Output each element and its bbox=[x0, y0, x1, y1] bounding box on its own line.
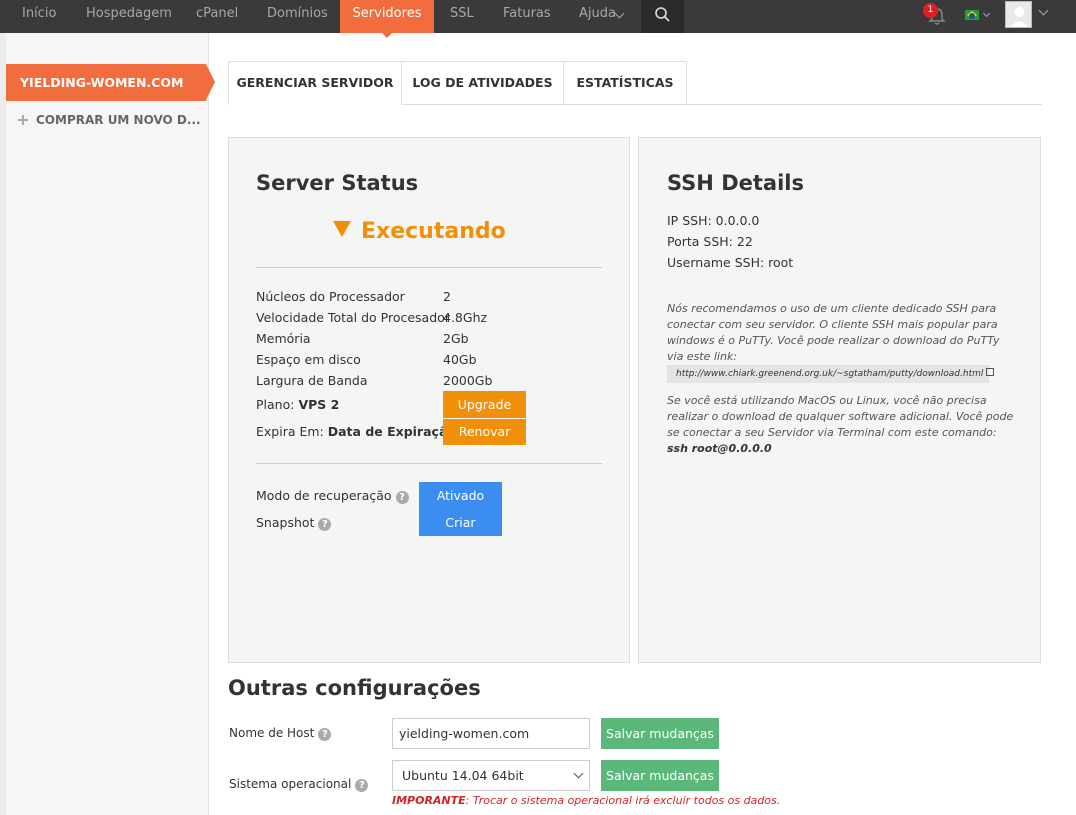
recovery-mode-button[interactable]: Ativado bbox=[419, 482, 502, 509]
expires-value: Data de Expiração bbox=[327, 424, 456, 439]
recovery-row: Modo de recuperação? bbox=[256, 488, 409, 504]
notification-badge: 1 bbox=[923, 3, 938, 18]
sidebar-item-label: COMPRAR UM NOVO D... bbox=[36, 113, 201, 127]
ssh-port: Porta SSH: 22 bbox=[667, 234, 753, 249]
divider bbox=[256, 463, 602, 464]
user-icon bbox=[1010, 7, 1029, 27]
os-warning: IMPORANTE: Trocar o sistema operacional … bbox=[392, 794, 780, 807]
os-select[interactable]: Ubuntu 14.04 64bit bbox=[392, 760, 590, 791]
os-row: Sistema operacional? bbox=[229, 777, 369, 792]
brazil-flag-globe bbox=[969, 13, 975, 19]
other-settings-title: Outras configurações bbox=[228, 676, 481, 700]
nav-item-inicio[interactable]: Início bbox=[22, 0, 56, 33]
spec-value: 4.8Ghz bbox=[443, 310, 488, 325]
expires-label: Expira Em: bbox=[256, 424, 324, 439]
plan-label: Plano: bbox=[256, 397, 295, 412]
tab-gerenciar-servidor[interactable]: GERENCIAR SERVIDOR bbox=[228, 61, 402, 105]
spec-value: 2Gb bbox=[443, 331, 469, 346]
ssh-note-windows: Nós recomendamos o uso de um cliente ded… bbox=[667, 302, 1000, 363]
snapshot-label: Snapshot bbox=[256, 515, 315, 530]
sidebar-item-buy-domain[interactable]: COMPRAR UM NOVO D... bbox=[18, 111, 208, 129]
spec-value: 2000Gb bbox=[443, 373, 493, 388]
help-icon[interactable]: ? bbox=[318, 518, 332, 531]
sidebar-item-server[interactable]: YIELDING-WOMEN.COM bbox=[6, 64, 215, 101]
snapshot-button[interactable]: Criar bbox=[419, 509, 502, 536]
server-status-title: Server Status bbox=[256, 171, 419, 195]
nav-item-hospedagem[interactable]: Hospedagem bbox=[86, 0, 172, 33]
spec-value: 40Gb bbox=[443, 352, 477, 367]
nav-item-servidores[interactable]: Servidores bbox=[340, 0, 434, 38]
plus-icon bbox=[18, 115, 28, 125]
help-icon[interactable]: ? bbox=[318, 728, 332, 741]
plan-row: Plano: VPS 2 bbox=[256, 397, 339, 412]
external-link-icon bbox=[986, 368, 995, 376]
ssh-details-title: SSH Details bbox=[667, 171, 804, 195]
search-button[interactable] bbox=[641, 0, 684, 33]
hostname-label: Nome de Host bbox=[229, 726, 315, 740]
nav-item-ajuda[interactable]: Ajuda bbox=[579, 0, 616, 33]
help-icon[interactable]: ? bbox=[355, 779, 369, 792]
search-icon bbox=[655, 7, 670, 22]
spec-value: 2 bbox=[443, 289, 451, 304]
nav-item-cpanel[interactable]: cPanel bbox=[196, 0, 238, 33]
top-navbar: Início Hospedagem cPanel Domínios Servid… bbox=[0, 0, 1076, 38]
triangle-down-icon bbox=[333, 221, 351, 237]
spec-label: Memória bbox=[256, 331, 311, 346]
ssh-ip: IP SSH: 0.0.0.0 bbox=[667, 213, 760, 228]
plan-value: VPS 2 bbox=[298, 397, 340, 412]
help-icon[interactable]: ? bbox=[395, 491, 409, 504]
ssh-note-macos-linux: Se você está utilizando MacOS ou Linux, … bbox=[667, 394, 1014, 439]
spec-label: Núcleos do Processador bbox=[256, 289, 405, 304]
spec-label: Espaço em disco bbox=[256, 352, 361, 367]
chevron-down-icon bbox=[1038, 5, 1049, 16]
save-os-button[interactable]: Salvar mudanças bbox=[601, 760, 719, 791]
sidebar bbox=[6, 33, 209, 815]
nav-item-ajuda-label: Ajuda bbox=[579, 6, 616, 21]
tab-estatisticas[interactable]: ESTATÍSTICAS bbox=[563, 61, 687, 105]
warning-prefix: IMPORANTE bbox=[392, 794, 466, 807]
hostname-input[interactable] bbox=[392, 718, 590, 749]
os-label: Sistema operacional bbox=[229, 777, 352, 791]
spec-label: Largura de Banda bbox=[256, 373, 368, 388]
snapshot-row: Snapshot? bbox=[256, 515, 332, 531]
nav-item-ssl[interactable]: SSL bbox=[450, 0, 474, 33]
putty-download-link[interactable]: http://www.chiark.greenend.org.uk/~sgtat… bbox=[667, 365, 995, 383]
chevron-down-icon bbox=[573, 768, 584, 779]
upgrade-button[interactable]: Upgrade bbox=[443, 391, 526, 418]
status-indicator: Executando bbox=[333, 219, 506, 244]
nav-item-faturas[interactable]: Faturas bbox=[503, 0, 551, 33]
tab-log-de-atividades[interactable]: LOG DE ATIVIDADES bbox=[401, 61, 564, 105]
expires-row: Expira Em: Data de Expiração bbox=[256, 424, 456, 439]
save-hostname-button[interactable]: Salvar mudanças bbox=[601, 718, 719, 749]
chevron-down-icon bbox=[982, 9, 991, 18]
active-caret-icon bbox=[382, 33, 392, 38]
nav-item-servidores-label: Servidores bbox=[352, 6, 422, 21]
divider bbox=[256, 267, 602, 268]
avatar[interactable] bbox=[1005, 1, 1032, 28]
recovery-label: Modo de recuperação bbox=[256, 488, 392, 503]
hostname-row: Nome de Host? bbox=[229, 726, 332, 741]
status-text: Executando bbox=[361, 219, 506, 244]
putty-link-text: http://www.chiark.greenend.org.uk/~sgtat… bbox=[676, 369, 984, 379]
renew-button[interactable]: Renovar bbox=[443, 419, 526, 445]
nav-item-dominios[interactable]: Domínios bbox=[267, 0, 328, 33]
ssh-username: Username SSH: root bbox=[667, 255, 794, 270]
ssh-command: ssh root@0.0.0.0 bbox=[667, 442, 772, 455]
os-select-value: Ubuntu 14.04 64bit bbox=[402, 768, 524, 783]
spec-label: Velocidade Total do Procesador bbox=[256, 310, 450, 325]
warning-text: : Trocar o sistema operacional irá exclu… bbox=[465, 794, 781, 807]
chevron-down-icon bbox=[614, 8, 625, 19]
